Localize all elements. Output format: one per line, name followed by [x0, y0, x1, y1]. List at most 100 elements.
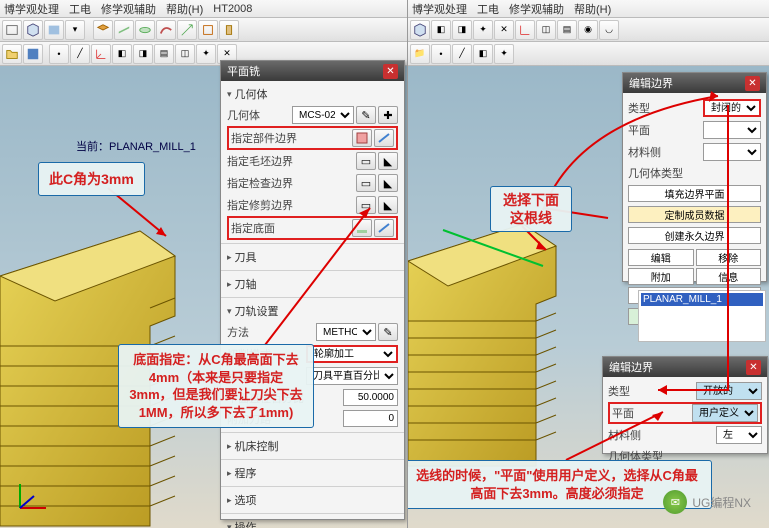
plane-select[interactable]: 用户定义 — [692, 404, 758, 422]
tool-generic-icon[interactable]: ◨ — [452, 20, 472, 40]
floor-display-icon[interactable] — [374, 219, 394, 237]
geom-new-icon[interactable]: ✚ — [378, 106, 398, 124]
tool-layer-icon[interactable] — [93, 20, 113, 40]
remove-button[interactable]: 移除 — [696, 249, 762, 266]
tool-open-icon[interactable] — [2, 44, 22, 64]
blank-display-icon[interactable]: ◣ — [378, 152, 398, 170]
menu-item[interactable]: 工电 — [69, 1, 91, 17]
tool-cube-icon[interactable] — [410, 20, 430, 40]
tool-curve-icon[interactable]: ◡ — [599, 20, 619, 40]
lbl-plane: 平面 — [612, 405, 634, 421]
sect-track[interactable]: 刀轨设置 — [227, 301, 398, 321]
menu-item[interactable]: 工电 — [477, 1, 499, 17]
tool-generic-icon[interactable]: ◉ — [578, 20, 598, 40]
toolbar-r2: 📁 • ╱ ◧ ✦ — [408, 42, 769, 66]
menu-item[interactable]: 帮助(H) — [166, 1, 203, 17]
right-pane: 博学观处理 工电 修学观辅助 帮助(H) ◧ ◨ ✦ ✕ ◫ ▤ ◉ ◡ 📁 •… — [408, 0, 769, 528]
close-icon[interactable]: ✕ — [383, 64, 398, 79]
matside-select[interactable]: 左 — [716, 426, 762, 444]
type-select[interactable]: 封闭的 — [703, 99, 761, 117]
plane-select[interactable] — [703, 121, 761, 139]
tool-csys-icon[interactable] — [91, 44, 111, 64]
menu-item[interactable]: HT2008 — [213, 3, 252, 15]
callout-select-line: 选择下面 这根线 — [490, 186, 572, 232]
edit-button[interactable]: 编辑 — [628, 249, 694, 266]
tool-generic-icon[interactable]: ◨ — [133, 44, 153, 64]
cutmode-select[interactable]: 轮廓加工 — [306, 345, 398, 363]
tool-save-icon[interactable] — [23, 44, 43, 64]
watermark: ✉ UG编程NX — [663, 490, 751, 514]
tool-generic-icon[interactable]: ✦ — [494, 44, 514, 64]
menu-item[interactable]: 修学观辅助 — [509, 1, 564, 17]
tool-csys-icon[interactable] — [515, 20, 535, 40]
sect-geometry[interactable]: 几何体 — [227, 84, 398, 104]
step-select[interactable]: 刀具平直百分比 — [306, 367, 398, 385]
part-select-icon[interactable] — [352, 129, 372, 147]
custom-member-button[interactable]: 定制成员数据 — [628, 206, 761, 223]
tool-generic-icon[interactable]: ◫ — [536, 20, 556, 40]
part-display-icon[interactable] — [374, 129, 394, 147]
close-icon[interactable]: ✕ — [745, 76, 760, 91]
tool-generic-icon[interactable]: ◧ — [431, 20, 451, 40]
tool-wireframe-icon[interactable] — [2, 20, 22, 40]
tool-generic-icon[interactable]: ◫ — [175, 44, 195, 64]
matside-select[interactable] — [703, 143, 761, 161]
menu-item[interactable]: 博学观处理 — [4, 1, 59, 17]
tool-disc-icon[interactable] — [135, 20, 155, 40]
geom-select[interactable]: MCS-02 — [292, 106, 354, 124]
tool-cube-icon[interactable] — [23, 20, 43, 40]
check-select-icon[interactable]: ▭ — [356, 174, 376, 192]
blank-select-icon[interactable]: ▭ — [356, 152, 376, 170]
pct-input[interactable] — [343, 389, 398, 406]
nav-selected-item[interactable]: PLANAR_MILL_1 — [641, 293, 763, 306]
tool-line-icon[interactable]: ╱ — [70, 44, 90, 64]
tool-generic-icon[interactable]: ▤ — [154, 44, 174, 64]
append-button[interactable]: 附加 — [628, 268, 694, 285]
lbl-plane: 平面 — [628, 122, 650, 138]
tool-generic-icon[interactable]: ◧ — [473, 44, 493, 64]
tool-generic-icon[interactable]: • — [431, 44, 451, 64]
method-edit-icon[interactable]: ✎ — [378, 323, 398, 341]
callout-floor: 底面指定：从C角最高面下去4mm（本来是只要指定3mm，但是我们要让刀尖下去1M… — [118, 344, 314, 428]
close-icon[interactable]: ✕ — [746, 360, 761, 375]
menu-item[interactable]: 修学观辅助 — [101, 1, 156, 17]
tool-generic-icon[interactable]: ▤ — [557, 20, 577, 40]
geom-edit-icon[interactable]: ✎ — [356, 106, 376, 124]
op-navigator[interactable]: PLANAR_MILL_1 — [638, 290, 766, 342]
sect-axis[interactable]: 刀轴 — [227, 274, 398, 294]
menu-item[interactable]: 博学观处理 — [412, 1, 467, 17]
sect-action[interactable]: 操作 — [227, 517, 398, 528]
tool-generic-icon[interactable]: ✦ — [196, 44, 216, 64]
tool-axis-icon[interactable] — [177, 20, 197, 40]
sect-mc[interactable]: 机床控制 — [227, 436, 398, 456]
tool-generic-icon[interactable]: ╱ — [452, 44, 472, 64]
perm-boundary-button[interactable]: 创建永久边界 — [628, 227, 761, 244]
sect-opt[interactable]: 选项 — [227, 490, 398, 510]
floor-select-icon[interactable] — [352, 219, 372, 237]
tool-plane-icon[interactable] — [114, 20, 134, 40]
addpass-input[interactable] — [343, 410, 398, 427]
sect-tool[interactable]: 刀具 — [227, 247, 398, 267]
trim-display-icon[interactable]: ◣ — [378, 196, 398, 214]
trim-select-icon[interactable]: ▭ — [356, 196, 376, 214]
menu-item[interactable]: 帮助(H) — [574, 1, 611, 17]
sect-prog[interactable]: 程序 — [227, 463, 398, 483]
tool-box-icon[interactable] — [198, 20, 218, 40]
tool-shaded-icon[interactable] — [44, 20, 64, 40]
type-select[interactable]: 开放的 — [696, 382, 762, 400]
check-display-icon[interactable]: ◣ — [378, 174, 398, 192]
tool-curve-icon[interactable] — [156, 20, 176, 40]
tool-open-icon[interactable]: 📁 — [410, 44, 430, 64]
fill-plane-button[interactable]: 填充边界平面 — [628, 185, 761, 202]
lbl-trim: 指定修剪边界 — [227, 197, 293, 213]
tool-generic-icon[interactable]: ◧ — [112, 44, 132, 64]
tool-generic-icon[interactable]: ✕ — [494, 20, 514, 40]
tool-cyl-icon[interactable] — [219, 20, 239, 40]
info-button[interactable]: 信息 — [696, 268, 762, 285]
edit-boundary-panel-1: 编辑边界✕ 类型封闭的 平面 材料侧 几何体类型 填充边界平面 定制成员数据 创… — [622, 72, 767, 282]
lbl-check: 指定检查边界 — [227, 175, 293, 191]
tool-dropdown-icon[interactable]: ▾ — [65, 20, 85, 40]
method-select[interactable]: METHOD — [316, 323, 376, 341]
tool-axis-icon[interactable]: ✦ — [473, 20, 493, 40]
tool-point-icon[interactable]: • — [49, 44, 69, 64]
